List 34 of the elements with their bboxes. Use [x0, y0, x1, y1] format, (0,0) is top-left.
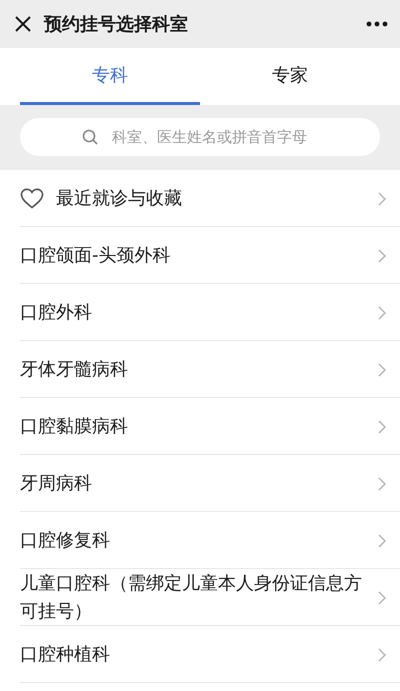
chevron-right-icon	[378, 420, 386, 434]
search-icon	[82, 129, 98, 145]
department-item[interactable]: 口腔黏膜病科	[0, 398, 400, 455]
close-icon[interactable]	[14, 15, 32, 33]
chevron-right-icon	[378, 590, 386, 604]
chevron-right-icon	[378, 534, 386, 548]
department-name: 儿童口腔科（需绑定儿童本人身份证信息方可挂号）	[20, 572, 363, 624]
department-item[interactable]: 最近就诊与收藏	[0, 170, 400, 227]
department-name: 口腔外科	[20, 300, 93, 324]
department-item[interactable]: 口腔种植科	[0, 626, 400, 683]
department-item[interactable]: 儿童口腔科（需绑定儿童本人身份证信息方可挂号）	[0, 569, 400, 626]
tab[interactable]: 专家	[200, 48, 380, 105]
chevron-right-icon	[378, 248, 386, 262]
chevron-right-icon	[378, 192, 386, 206]
department-name: 牙体牙髓病科	[20, 358, 129, 382]
chevron-right-icon	[378, 362, 386, 376]
chevron-right-icon	[378, 476, 386, 490]
department-name: 最近就诊与收藏	[56, 186, 183, 210]
department-name: 口腔修复科	[20, 528, 111, 552]
department-name: 牙周病科	[20, 472, 93, 496]
department-name: 口腔颌面-头颈外科	[20, 244, 172, 268]
chevron-right-icon	[378, 306, 386, 320]
chevron-right-icon	[378, 648, 386, 662]
department-item[interactable]: 口腔颌面-头颈外科	[0, 227, 400, 284]
search-field[interactable]: 科室、医生姓名或拼音首字母	[20, 118, 380, 156]
page-title: 预约挂号选择科室	[44, 13, 189, 36]
department-item[interactable]: 口腔外科	[0, 284, 400, 341]
department-item[interactable]: 牙体牙髓病科	[0, 341, 400, 398]
department-name: 口腔种植科	[20, 642, 111, 666]
heart-icon	[20, 188, 44, 209]
department-item[interactable]: 口腔修复科	[0, 512, 400, 569]
department-item[interactable]: 牙周病科	[0, 455, 400, 512]
department-name: 口腔黏膜病科	[20, 414, 129, 438]
more-icon[interactable]	[366, 21, 388, 27]
